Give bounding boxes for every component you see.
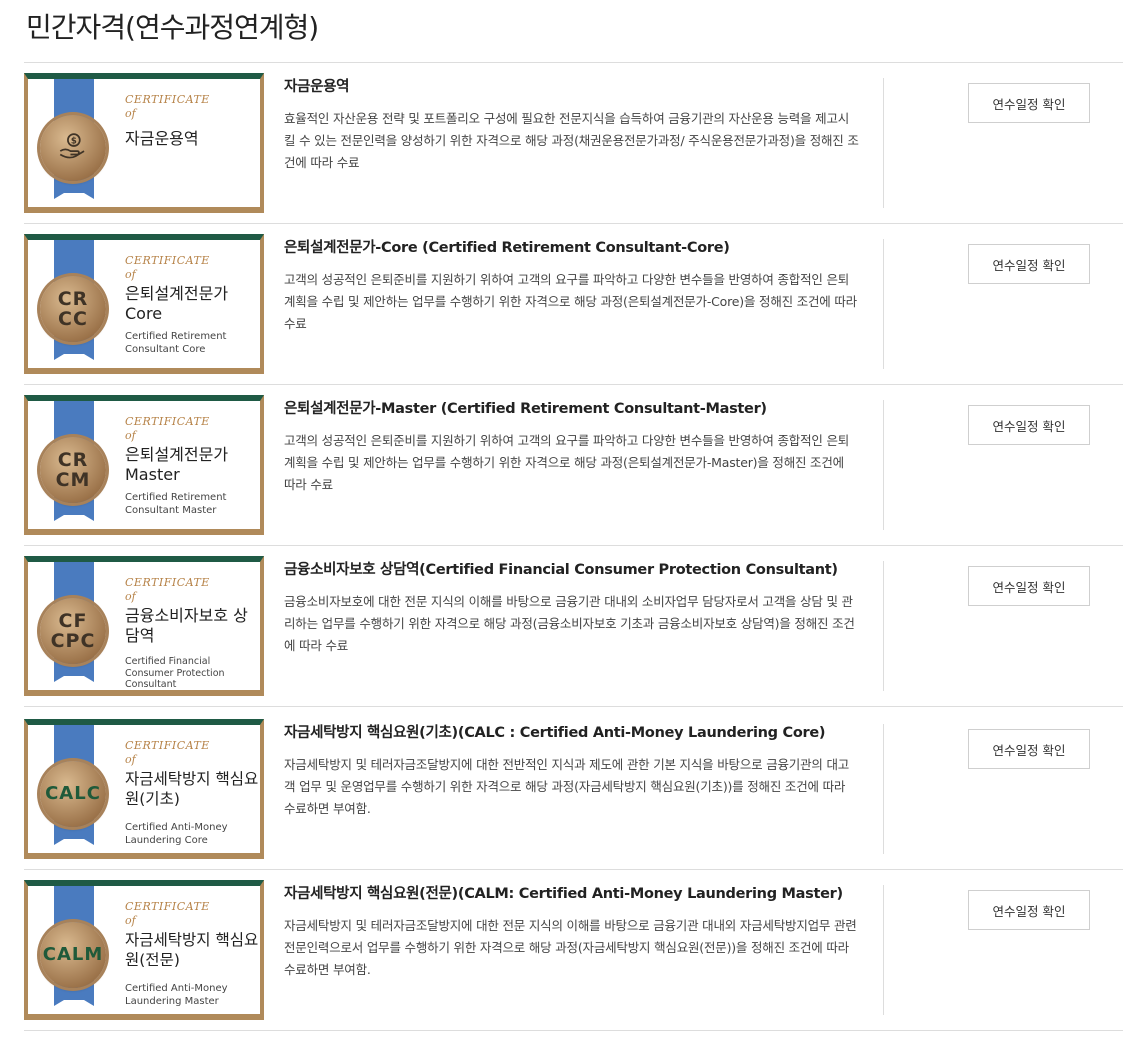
certificate-row: $ CERTIFICATE of 자금운용역 자금운용역 효율적인 자산운용 전… <box>24 63 1123 224</box>
training-schedule-button[interactable]: 연수일정 확인 <box>968 83 1090 123</box>
badge-seal: $ <box>40 115 106 181</box>
certificate-description: 자금세탁방지 및 테러자금조달방지에 대한 전문 지식의 이해를 바탕으로 금융… <box>284 918 857 977</box>
training-schedule-button[interactable]: 연수일정 확인 <box>968 890 1090 930</box>
certificate-title: 금융소비자보호 상담역(Certified Financial Consumer… <box>284 562 838 578</box>
column-divider <box>883 885 884 1015</box>
certificate-description: 고객의 성공적인 은퇴준비를 지원하기 위하여 고객의 요구를 파악하고 다양한… <box>284 272 857 331</box>
badge-name: 자금세탁방지 핵심요원(기초) <box>125 770 259 808</box>
badge-ribbon-tail <box>54 348 94 360</box>
certificate-title: 자금운용역 <box>284 79 350 95</box>
seal-label: CALC <box>45 783 101 804</box>
badge-seal: CR CM <box>40 437 106 503</box>
certificate-badge: $ CERTIFICATE of 자금운용역 <box>24 73 264 213</box>
certificate-title: 은퇴설계전문가-Core (Certified Retirement Consu… <box>284 240 730 256</box>
badge-seal: CR CC <box>40 276 106 342</box>
certificate-info: 자금세탁방지 핵심요원(전문)(CALM: Certified Anti-Mon… <box>284 882 859 981</box>
badge-of: of <box>125 107 136 120</box>
badge-name: 자금세탁방지 핵심요원(전문) <box>125 931 259 969</box>
badge-subtitle: Certified Financial Consumer Protection … <box>125 656 225 690</box>
seal-label: CALM <box>42 944 104 965</box>
badge-heading: CERTIFICATE <box>125 576 210 589</box>
row-divider <box>24 706 1123 707</box>
badge-of: of <box>125 753 136 766</box>
badge-ribbon-tail <box>54 187 94 199</box>
badge-seal: CF CPC <box>40 598 106 664</box>
column-divider <box>883 400 884 530</box>
badge-seal: CALM <box>40 922 106 988</box>
certificate-badge: CF CPC CERTIFICATE of 금융소비자보호 상담역 Certif… <box>24 556 264 696</box>
badge-subtitle: Certified Retirement Consultant Master <box>125 492 227 516</box>
certificate-description: 자금세탁방지 및 테러자금조달방지에 대한 전반적인 지식과 제도에 관한 기본… <box>284 757 850 816</box>
badge-heading: CERTIFICATE <box>125 254 210 267</box>
certificate-badge: CR CC CERTIFICATE of 은퇴설계전문가 Core Certif… <box>24 234 264 374</box>
certificate-title: 은퇴설계전문가-Master (Certified Retirement Con… <box>284 401 767 417</box>
badge-of: of <box>125 590 136 603</box>
certificate-row: CALM CERTIFICATE of 자금세탁방지 핵심요원(전문) Cert… <box>24 870 1123 1031</box>
row-divider <box>24 1030 1123 1031</box>
training-schedule-button[interactable]: 연수일정 확인 <box>968 405 1090 445</box>
badge-heading: CERTIFICATE <box>125 739 210 752</box>
seal-label: CF CPC <box>50 610 96 652</box>
seal-label: CR CM <box>55 449 91 491</box>
badge-name: 금융소비자보호 상담역 <box>125 606 248 645</box>
badge-subtitle: Certified Anti-Money Laundering Master <box>125 983 228 1007</box>
badge-of: of <box>125 268 136 281</box>
certificate-badge: CALM CERTIFICATE of 자금세탁방지 핵심요원(전문) Cert… <box>24 880 264 1020</box>
certificate-info: 은퇴설계전문가-Master (Certified Retirement Con… <box>284 397 859 496</box>
svg-text:$: $ <box>71 136 77 146</box>
seal-label: CR CC <box>57 288 89 330</box>
certificate-info: 자금운용역 효율적인 자산운용 전략 및 포트폴리오 구성에 필요한 전문지식을… <box>284 75 859 174</box>
certificate-description: 금융소비자보호에 대한 전문 지식의 이해를 바탕으로 금융기관 대내외 소비자… <box>284 594 855 653</box>
certificate-row: CALC CERTIFICATE of 자금세탁방지 핵심요원(기초) Cert… <box>24 709 1123 870</box>
certificate-description: 효율적인 자산운용 전략 및 포트폴리오 구성에 필요한 전문지식을 습득하여 … <box>284 111 859 170</box>
badge-heading: CERTIFICATE <box>125 900 210 913</box>
certificate-row: CR CC CERTIFICATE of 은퇴설계전문가 Core Certif… <box>24 224 1123 385</box>
badge-ribbon-tail <box>54 994 94 1006</box>
certificate-row: CR CM CERTIFICATE of 은퇴설계전문가 Master Cert… <box>24 385 1123 546</box>
column-divider <box>883 78 884 208</box>
training-schedule-button[interactable]: 연수일정 확인 <box>968 244 1090 284</box>
certificate-row: CF CPC CERTIFICATE of 금융소비자보호 상담역 Certif… <box>24 546 1123 707</box>
badge-seal: CALC <box>40 761 106 827</box>
column-divider <box>883 239 884 369</box>
column-divider <box>883 724 884 854</box>
certificate-title: 자금세탁방지 핵심요원(전문)(CALM: Certified Anti-Mon… <box>284 886 843 902</box>
badge-ribbon-tail <box>54 833 94 845</box>
badge-ribbon-tail <box>54 670 94 682</box>
money-hand-icon: $ <box>56 129 90 167</box>
badge-of: of <box>125 914 136 927</box>
certificate-info: 금융소비자보호 상담역(Certified Financial Consumer… <box>284 558 859 657</box>
certificate-title: 자금세탁방지 핵심요원(기초)(CALC : Certified Anti-Mo… <box>284 725 826 741</box>
certificate-info: 자금세탁방지 핵심요원(기초)(CALC : Certified Anti-Mo… <box>284 721 859 820</box>
badge-ribbon-tail <box>54 509 94 521</box>
page-title: 민간자격(연수과정연계형) <box>26 11 319 44</box>
badge-heading: CERTIFICATE <box>125 93 210 106</box>
badge-heading: CERTIFICATE <box>125 415 210 428</box>
training-schedule-button[interactable]: 연수일정 확인 <box>968 566 1090 606</box>
badge-name: 은퇴설계전문가 Core <box>125 284 229 323</box>
certificate-badge: CR CM CERTIFICATE of 은퇴설계전문가 Master Cert… <box>24 395 264 535</box>
training-schedule-button[interactable]: 연수일정 확인 <box>968 729 1090 769</box>
badge-subtitle: Certified Retirement Consultant Core <box>125 331 227 355</box>
badge-name: 자금운용역 <box>125 129 199 148</box>
column-divider <box>883 561 884 691</box>
badge-of: of <box>125 429 136 442</box>
certificate-description: 고객의 성공적인 은퇴준비를 지원하기 위하여 고객의 요구를 파악하고 다양한… <box>284 433 850 492</box>
certificate-info: 은퇴설계전문가-Core (Certified Retirement Consu… <box>284 236 859 335</box>
badge-name: 은퇴설계전문가 Master <box>125 445 229 484</box>
certificate-badge: CALC CERTIFICATE of 자금세탁방지 핵심요원(기초) Cert… <box>24 719 264 859</box>
badge-subtitle: Certified Anti-Money Laundering Core <box>125 822 228 846</box>
